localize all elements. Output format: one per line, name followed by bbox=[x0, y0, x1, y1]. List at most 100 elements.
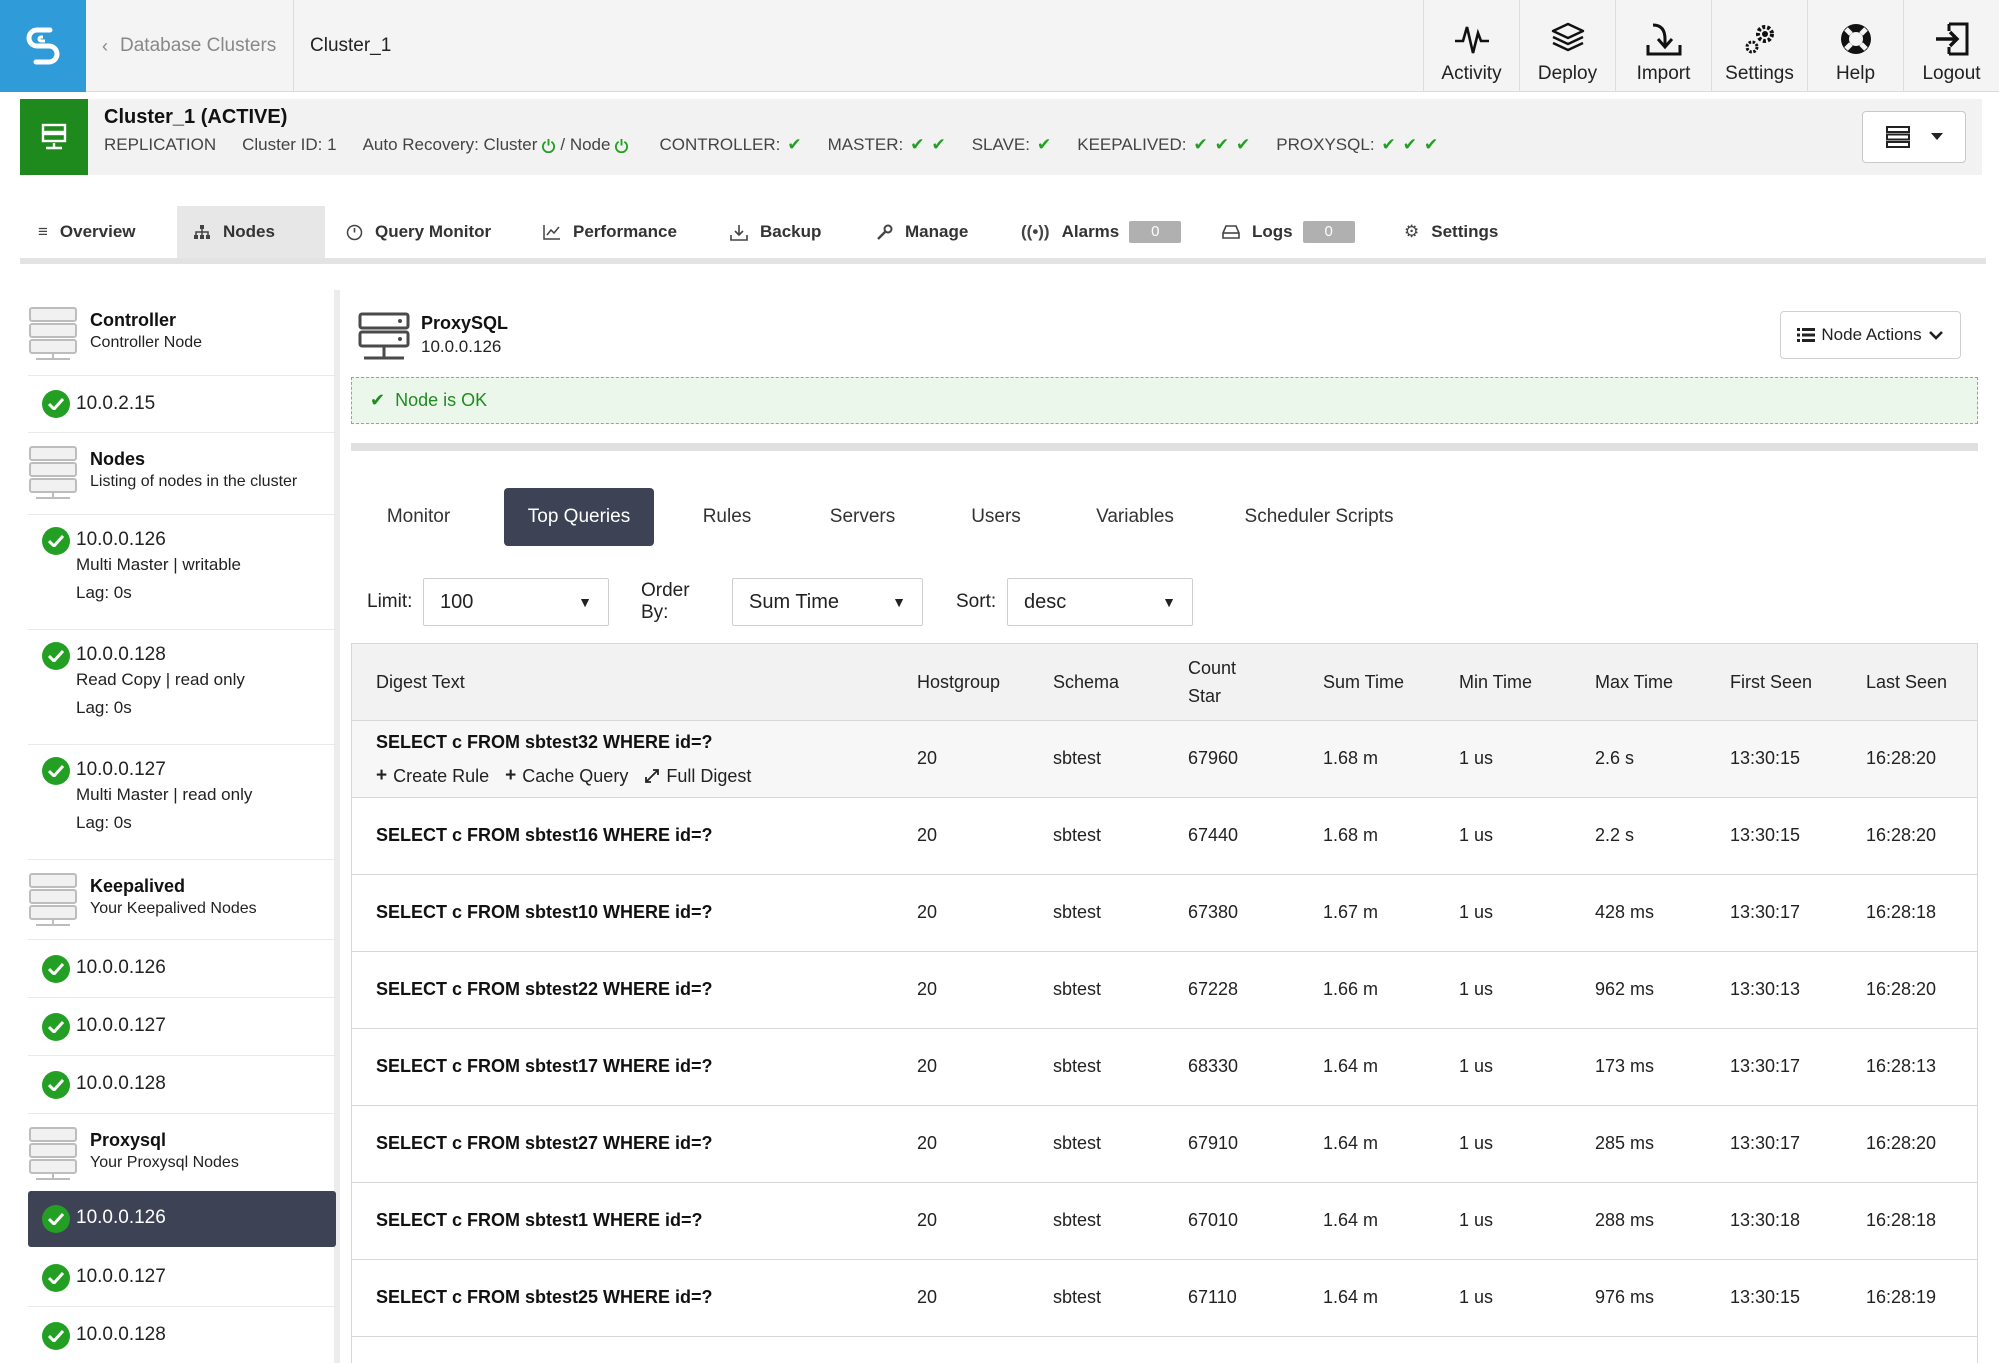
sidebar-item-proxysql[interactable]: 10.0.0.128 bbox=[28, 1307, 336, 1363]
role-label: MASTER: bbox=[827, 135, 904, 154]
sidebar-item-db-node[interactable]: 10.0.0.126 Multi Master | writable Lag: … bbox=[28, 515, 336, 630]
first-seen: 13:30:15 bbox=[1730, 825, 1801, 845]
check-icon: ✔ bbox=[931, 135, 946, 154]
full-digest-link[interactable]: Full Digest bbox=[644, 765, 751, 787]
top-bar: ‹ Database Clusters Cluster_1 Activity D… bbox=[0, 0, 1999, 92]
tab-nodes[interactable]: Nodes bbox=[177, 206, 325, 258]
status-ok-icon bbox=[42, 1264, 70, 1292]
col-sum-time[interactable]: Sum Time bbox=[1323, 668, 1404, 696]
sum-time: 1.64 m bbox=[1323, 1056, 1379, 1076]
tab-query-monitor[interactable]: Query Monitor bbox=[328, 206, 491, 258]
limit-select[interactable]: 100 ▼ bbox=[423, 578, 609, 626]
activity-button[interactable]: Activity bbox=[1423, 0, 1519, 92]
subtab-top-queries[interactable]: Top Queries bbox=[504, 488, 654, 546]
status-ok-icon bbox=[42, 1322, 70, 1350]
col-count-star[interactable]: Count Star bbox=[1188, 654, 1236, 710]
last-seen: 16:28:20 bbox=[1866, 1133, 1937, 1153]
table-row[interactable]: SELECT c FROM sbtest1 WHERE id=? 20 sbte… bbox=[352, 1183, 1977, 1260]
max-time: 2.6 s bbox=[1595, 748, 1635, 768]
severalnines-logo-icon bbox=[26, 27, 60, 65]
sidebar-item-keepalived[interactable]: 10.0.0.126 bbox=[28, 940, 336, 998]
tab-alarms[interactable]: ((•)) Alarms 0 bbox=[1003, 206, 1182, 258]
col-min-time[interactable]: Min Time bbox=[1459, 668, 1532, 696]
create-rule-label: Create Rule bbox=[393, 765, 490, 786]
status-ok-icon bbox=[42, 390, 70, 418]
full-digest-label: Full Digest bbox=[666, 765, 752, 786]
sidebar-item-keepalived[interactable]: 10.0.0.127 bbox=[28, 998, 336, 1056]
sidebar-item-db-node[interactable]: 10.0.0.127 Multi Master | read only Lag:… bbox=[28, 745, 336, 860]
sidebar-item-db-node[interactable]: 10.0.0.128 Read Copy | read only Lag: 0s bbox=[28, 630, 336, 745]
tab-manage[interactable]: Manage bbox=[858, 206, 968, 258]
table-row[interactable]: SELECT c FROM sbtest17 WHERE id=? 20 sbt… bbox=[352, 1029, 1977, 1106]
node-actions-button[interactable]: Node Actions bbox=[1780, 311, 1961, 359]
cluster-actions-dropdown[interactable] bbox=[1862, 111, 1966, 163]
schema: sbtest bbox=[1053, 1133, 1102, 1153]
caret-down-icon: ▼ bbox=[1162, 594, 1176, 610]
subtab-scheduler-scripts[interactable]: Scheduler Scripts bbox=[1219, 488, 1419, 546]
sidebar-item-proxysql[interactable]: 10.0.0.127 bbox=[28, 1249, 336, 1307]
schema: sbtest bbox=[1053, 1210, 1102, 1230]
import-button[interactable]: Import bbox=[1615, 0, 1711, 92]
tab-overview[interactable]: ≡ Overview bbox=[20, 206, 172, 258]
col-last-seen[interactable]: Last Seen bbox=[1866, 668, 1947, 696]
subtab-variables[interactable]: Variables bbox=[1065, 488, 1205, 546]
app-logo[interactable] bbox=[0, 0, 86, 92]
node-ip: 10.0.0.127 bbox=[76, 1015, 166, 1036]
table-row[interactable] bbox=[352, 1337, 1977, 1363]
table-row[interactable]: SELECT c FROM sbtest16 WHERE id=? 20 sbt… bbox=[352, 798, 1977, 875]
sidebar-item-keepalived[interactable]: 10.0.0.128 bbox=[28, 1056, 336, 1114]
gear-icon: ⚙ bbox=[1404, 222, 1420, 241]
col-schema[interactable]: Schema bbox=[1053, 668, 1119, 696]
sum-time: 1.67 m bbox=[1323, 902, 1379, 922]
col-first-seen[interactable]: First Seen bbox=[1730, 668, 1812, 696]
tab-settings[interactable]: ⚙ Settings bbox=[1386, 206, 1498, 258]
sort-select[interactable]: desc ▼ bbox=[1007, 578, 1193, 626]
subtab-users[interactable]: Users bbox=[941, 488, 1051, 546]
node-ip: 10.0.0.126 bbox=[76, 1207, 166, 1228]
logs-count-badge: 0 bbox=[1302, 221, 1355, 243]
schema: sbtest bbox=[1053, 902, 1102, 922]
list-icon bbox=[1797, 328, 1816, 342]
table-row[interactable]: SELECT c FROM sbtest32 WHERE id=? + Creat… bbox=[352, 721, 1977, 798]
cache-query-link[interactable]: + Cache Query bbox=[505, 765, 628, 787]
tab-backup[interactable]: Backup bbox=[712, 206, 821, 258]
settings-gears-icon bbox=[1745, 25, 1774, 54]
order-by-select[interactable]: Sum Time ▼ bbox=[732, 578, 923, 626]
last-seen: 16:28:18 bbox=[1866, 1210, 1937, 1230]
tab-performance[interactable]: Performance bbox=[525, 206, 677, 258]
sidebar-item-controller[interactable]: 10.0.2.15 bbox=[28, 376, 336, 433]
line-chart-icon bbox=[543, 224, 561, 240]
cluster-power-icon[interactable] bbox=[541, 138, 556, 153]
settings-label: Settings bbox=[1725, 63, 1794, 84]
subtab-monitor[interactable]: Monitor bbox=[351, 488, 486, 546]
help-button[interactable]: Help bbox=[1807, 0, 1903, 92]
sidebar-item-proxysql-selected[interactable]: 10.0.0.126 bbox=[28, 1191, 336, 1247]
sidebar-group-proxysql: Proxysql Your Proxysql Nodes bbox=[28, 1114, 336, 1194]
subtab-servers[interactable]: Servers bbox=[799, 488, 926, 546]
loading-bar bbox=[351, 443, 1978, 451]
col-hostgroup[interactable]: Hostgroup bbox=[917, 668, 1000, 696]
breadcrumb-back[interactable]: ‹ Database Clusters bbox=[86, 0, 294, 92]
logout-button[interactable]: Logout bbox=[1903, 0, 1999, 92]
tab-logs[interactable]: Logs 0 bbox=[1204, 206, 1355, 258]
table-row[interactable]: SELECT c FROM sbtest10 WHERE id=? 20 sbt… bbox=[352, 875, 1977, 952]
schema: sbtest bbox=[1053, 1056, 1102, 1076]
subtab-rules[interactable]: Rules bbox=[669, 488, 785, 546]
create-rule-link[interactable]: + Create Rule bbox=[376, 765, 489, 787]
table-row[interactable]: SELECT c FROM sbtest22 WHERE id=? 20 sbt… bbox=[352, 952, 1977, 1029]
table-row[interactable]: SELECT c FROM sbtest25 WHERE id=? 20 sbt… bbox=[352, 1260, 1977, 1337]
check-icon: ✔ bbox=[787, 135, 802, 154]
min-time: 1 us bbox=[1459, 979, 1494, 999]
table-row[interactable]: SELECT c FROM sbtest27 WHERE id=? 20 sbt… bbox=[352, 1106, 1977, 1183]
tab-backup-label: Backup bbox=[760, 222, 822, 241]
deploy-button[interactable]: Deploy bbox=[1519, 0, 1615, 92]
node-power-icon[interactable] bbox=[614, 138, 629, 153]
settings-button[interactable]: Settings bbox=[1711, 0, 1807, 92]
max-time: 976 ms bbox=[1595, 1287, 1655, 1307]
logout-label: Logout bbox=[1922, 63, 1981, 84]
tab-settings-label: Settings bbox=[1431, 222, 1499, 241]
col-digest[interactable]: Digest Text bbox=[376, 668, 465, 696]
hostgroup: 20 bbox=[917, 902, 938, 922]
count-star: 67110 bbox=[1188, 1287, 1237, 1307]
col-max-time[interactable]: Max Time bbox=[1595, 668, 1673, 696]
